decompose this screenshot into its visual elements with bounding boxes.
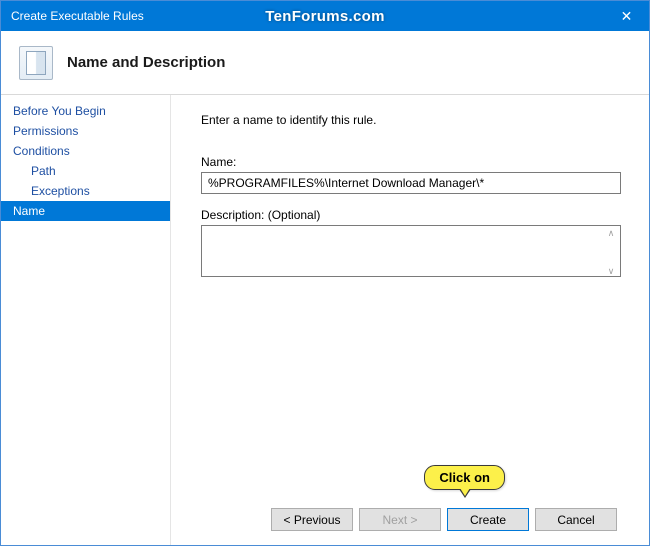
description-input[interactable]	[201, 225, 621, 277]
wizard-buttons: Click on < Previous Next > Create Cancel	[201, 498, 621, 545]
wizard-header: Name and Description	[1, 31, 649, 95]
watermark-text: TenForums.com	[265, 8, 384, 25]
name-label: Name:	[201, 155, 621, 169]
step-name[interactable]: Name	[1, 201, 170, 221]
step-conditions[interactable]: Conditions	[1, 141, 170, 161]
step-exceptions[interactable]: Exceptions	[1, 181, 170, 201]
instruction-text: Enter a name to identify this rule.	[201, 113, 621, 127]
scroll-down-icon[interactable]: ∨	[602, 267, 620, 276]
window-title: Create Executable Rules	[11, 9, 144, 23]
titlebar: Create Executable Rules TenForums.com ✕	[1, 1, 649, 31]
description-wrap: ∧ ∨	[201, 225, 621, 280]
close-icon: ✕	[621, 8, 633, 25]
name-input[interactable]	[201, 172, 621, 194]
page-icon	[19, 46, 53, 80]
page-title: Name and Description	[67, 54, 225, 71]
step-permissions[interactable]: Permissions	[1, 121, 170, 141]
scroll-up-icon[interactable]: ∧	[602, 229, 620, 238]
next-button: Next >	[359, 508, 441, 531]
wizard-body: Before You Begin Permissions Conditions …	[1, 95, 649, 545]
close-button[interactable]: ✕	[604, 1, 649, 31]
step-before-you-begin[interactable]: Before You Begin	[1, 101, 170, 121]
textarea-scroll-arrows: ∧ ∨	[602, 226, 620, 279]
create-button[interactable]: Create	[447, 508, 529, 531]
wizard-window: Create Executable Rules TenForums.com ✕ …	[0, 0, 650, 546]
cancel-button[interactable]: Cancel	[535, 508, 617, 531]
wizard-content: Enter a name to identify this rule. Name…	[171, 95, 649, 545]
description-label: Description: (Optional)	[201, 208, 621, 222]
previous-button[interactable]: < Previous	[271, 508, 353, 531]
step-path[interactable]: Path	[1, 161, 170, 181]
annotation-callout: Click on	[424, 465, 505, 490]
wizard-steps-sidebar: Before You Begin Permissions Conditions …	[1, 95, 171, 545]
